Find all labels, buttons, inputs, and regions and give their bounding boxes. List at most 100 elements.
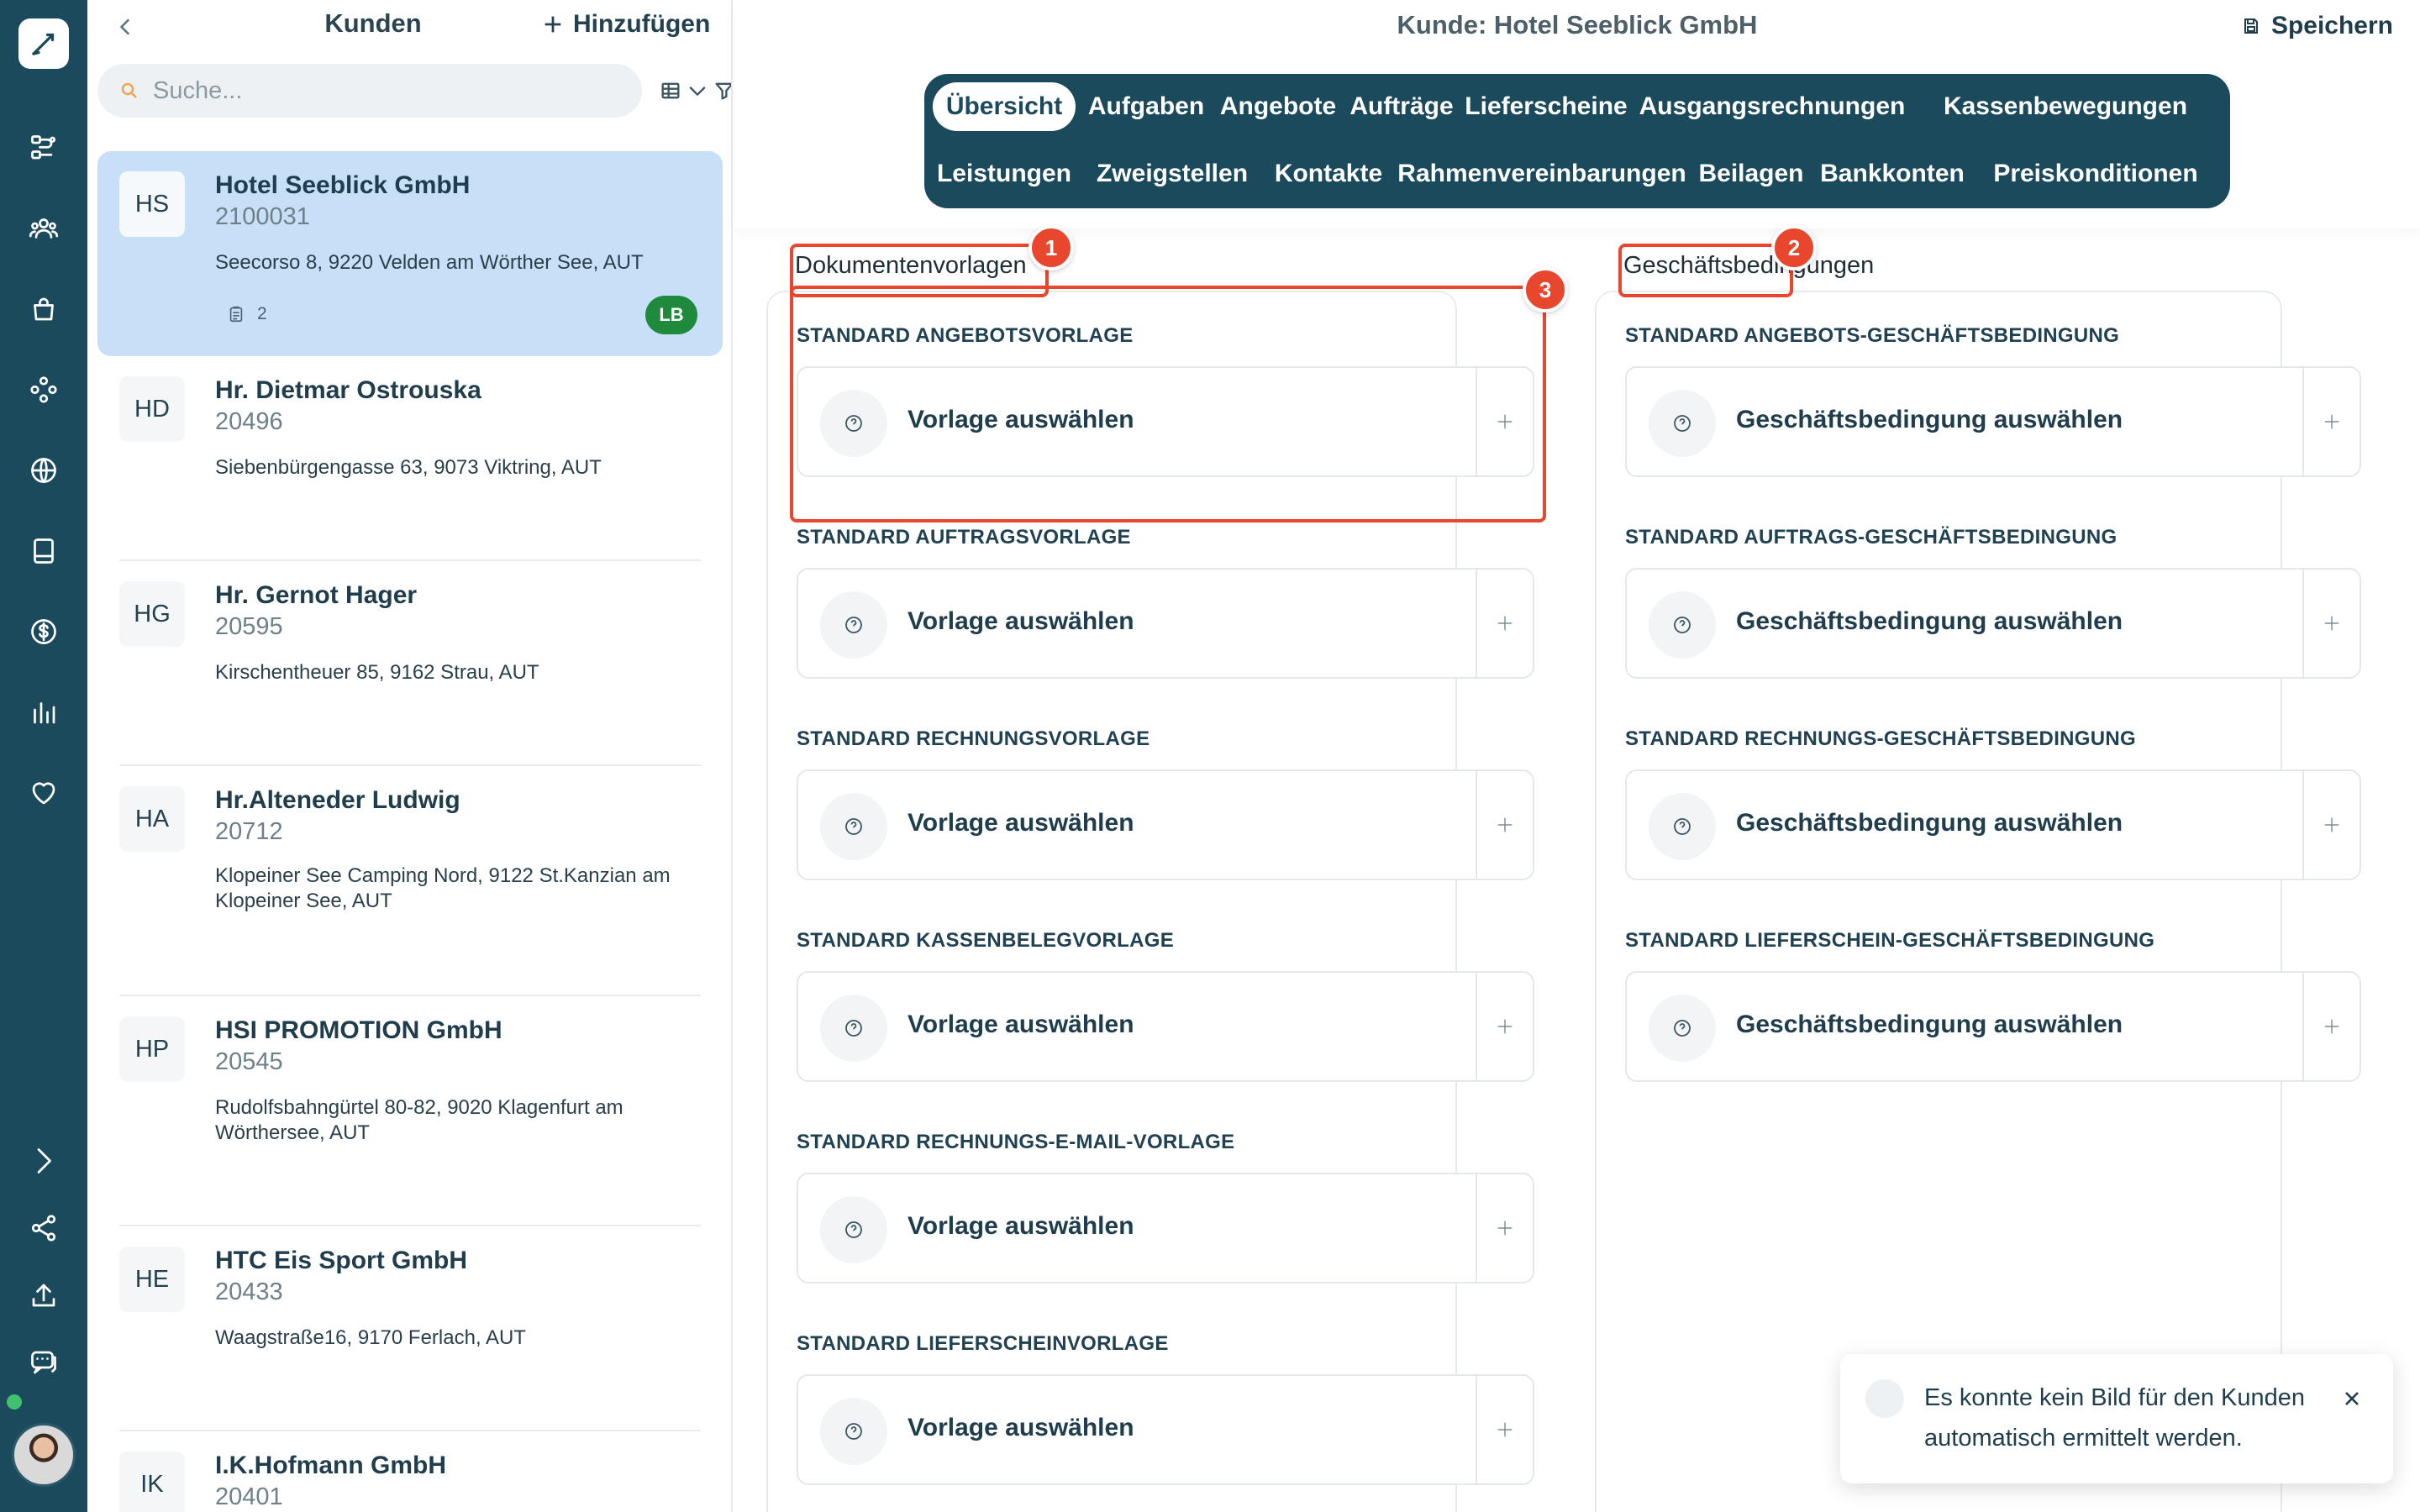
picker-label: Vorlage auswählen [908,809,1134,837]
chat-icon[interactable] [22,1341,66,1384]
plus-icon [544,16,561,33]
template-picker[interactable]: Vorlage auswählen [797,971,1534,1082]
page-title: Kunde: Hotel Seeblick GmbH [1397,10,1758,39]
avatar[interactable] [12,1423,76,1487]
search-input[interactable] [153,76,623,105]
tab-uebersicht[interactable]: Übersicht [933,82,1076,131]
share-icon[interactable] [22,1206,66,1250]
section-label: STANDARD LIEFERSCHEIN-GESCHÄFTSBEDINGUNG [1625,929,2155,952]
dollar-icon[interactable] [22,610,66,654]
add-icon[interactable] [2302,368,2360,475]
globe-icon[interactable] [22,449,66,492]
customer-number: 20433 [215,1278,283,1305]
tab-lieferscheine[interactable]: Lieferscheine [1462,82,1630,131]
customer-row[interactable]: HG Hr. Gernot Hager 20595 Kirschentheuer… [97,561,723,766]
tab-kontakte[interactable]: Kontakte [1265,150,1392,198]
section-label: STANDARD AUFTRAGS-GESCHÄFTSBEDINGUNG [1625,526,2118,549]
upload-icon[interactable] [22,1273,66,1317]
search-field[interactable] [97,64,642,118]
customer-name: Hotel Seeblick GmbH [215,171,471,199]
customer-row[interactable]: HA Hr.Alteneder Ludwig 20712 Klopeiner S… [97,766,723,996]
customer-address: Siebenbürgengasse 63, 9073 Viktring, AUT [215,456,602,479]
add-icon[interactable] [1476,973,1533,1080]
tab-kassenbewegungen[interactable]: Kassenbewegungen [1914,82,2217,131]
customer-row[interactable]: HP HSI PROMOTION GmbH 20545 Rudolfsbahng… [97,996,723,1226]
add-icon[interactable] [1476,1174,1533,1282]
collapse-chevron-icon[interactable] [681,74,714,108]
add-customer-button[interactable]: Hinzufügen [541,10,710,39]
add-icon[interactable] [2302,771,2360,879]
picker-label: Vorlage auswählen [908,1212,1134,1240]
tab-rahmenvereinbarungen[interactable]: Rahmenvereinbarungen [1397,150,1687,198]
modules-icon[interactable] [22,368,66,412]
detail-header: Kunde: Hotel Seeblick GmbH Speichern Übe… [734,0,2420,228]
tab-preiskonditionen[interactable]: Preiskonditionen [1975,150,2217,198]
customer-row[interactable]: HS Hotel Seeblick GmbH 2100031 Seecorso … [97,151,723,356]
customer-name: Hr. Dietmar Ostrouska [215,376,481,404]
customer-address: Waagstraße16, 9170 Ferlach, AUT [215,1326,526,1349]
help-icon [1649,591,1716,659]
back-icon[interactable] [109,10,143,44]
pen-logo-icon[interactable] [18,18,69,69]
customer-address: Rudolfsbahngürtel 80-82, 9020 Klagenfurt… [215,1096,623,1144]
tab-auftraege[interactable]: Aufträge [1346,82,1457,131]
customer-list-panel: Kunden Hinzufügen HS Hotel Seeblick GmbH… [87,0,733,1512]
customer-initials: HP [119,1016,185,1082]
terms-picker[interactable]: Geschäftsbedingung auswählen [1625,568,2361,679]
terms-picker[interactable]: Geschäftsbedingung auswählen [1625,971,2361,1082]
customer-row[interactable]: HD Hr. Dietmar Ostrouska 20496 Siebenbür… [97,356,723,561]
tab-bankkonten[interactable]: Bankkonten [1815,150,1970,198]
picker-label: Geschäftsbedingung auswählen [1736,406,2123,433]
expand-icon[interactable] [22,1139,66,1183]
template-picker[interactable]: Vorlage auswählen [797,568,1534,679]
section-label: STANDARD RECHNUNGS-E-MAIL-VORLAGE [797,1131,1235,1153]
notification-toast: Es konnte kein Bild für den Kunden autom… [1840,1354,2393,1483]
add-icon[interactable] [2302,973,2360,1080]
template-picker[interactable]: Vorlage auswählen [797,1173,1534,1284]
help-icon [1649,793,1716,860]
save-button[interactable]: Speichern [2241,12,2393,40]
bag-icon[interactable] [22,287,66,331]
tab-leistungen[interactable]: Leistungen [933,150,1076,198]
chart-icon[interactable] [22,690,66,734]
highlight-box-3 [790,286,1546,522]
customer-number: 20496 [215,408,283,435]
template-picker[interactable]: Vorlage auswählen [797,1374,1534,1485]
section-label: STANDARD AUFTRAGSVORLAGE [797,526,1131,549]
save-icon [2244,18,2258,34]
highlight-box-2 [1618,244,1793,297]
tab-zweigstellen[interactable]: Zweigstellen [1084,150,1260,198]
terms-picker[interactable]: Geschäftsbedingung auswählen [1625,366,2361,477]
tab-aufgaben[interactable]: Aufgaben [1082,82,1210,131]
notification-icon [1865,1379,1904,1418]
annotation-marker-1: 1 [1028,225,1074,270]
add-customer-label: Hinzufügen [573,10,711,38]
customer-initials: HD [119,376,185,442]
notification-message: Es konnte kein Bild für den Kunden autom… [1924,1384,2306,1452]
online-status-dot [7,1394,22,1410]
help-icon [820,1196,887,1263]
annotation-marker-2: 2 [1771,225,1817,270]
app-sidebar [0,0,87,1512]
close-icon[interactable] [2338,1384,2366,1413]
add-icon[interactable] [2302,570,2360,677]
tab-beilagen[interactable]: Beilagen [1692,150,1810,198]
add-icon[interactable] [1476,771,1533,879]
users-icon[interactable] [22,207,66,250]
customer-row[interactable]: IK I.K.Hofmann GmbH 20401 [97,1431,723,1512]
help-icon [1649,390,1716,457]
tab-ausgangsrechnungen[interactable]: Ausgangsrechnungen [1635,82,1909,131]
picker-label: Vorlage auswählen [908,1414,1134,1441]
workflow-icon[interactable] [22,126,66,170]
heart-icon[interactable] [22,771,66,815]
template-picker[interactable]: Vorlage auswählen [797,769,1534,880]
document-icon[interactable] [22,529,66,573]
section-label: STANDARD RECHNUNGSVORLAGE [797,727,1150,750]
customer-initials: HS [119,171,185,237]
add-icon[interactable] [1476,570,1533,677]
tab-angebote[interactable]: Angebote [1215,82,1341,131]
customer-row[interactable]: HE HTC Eis Sport GmbH 20433 Waagstraße16… [97,1226,723,1431]
save-label: Speichern [2270,12,2393,39]
add-icon[interactable] [1476,1376,1533,1483]
terms-picker[interactable]: Geschäftsbedingung auswählen [1625,769,2361,880]
